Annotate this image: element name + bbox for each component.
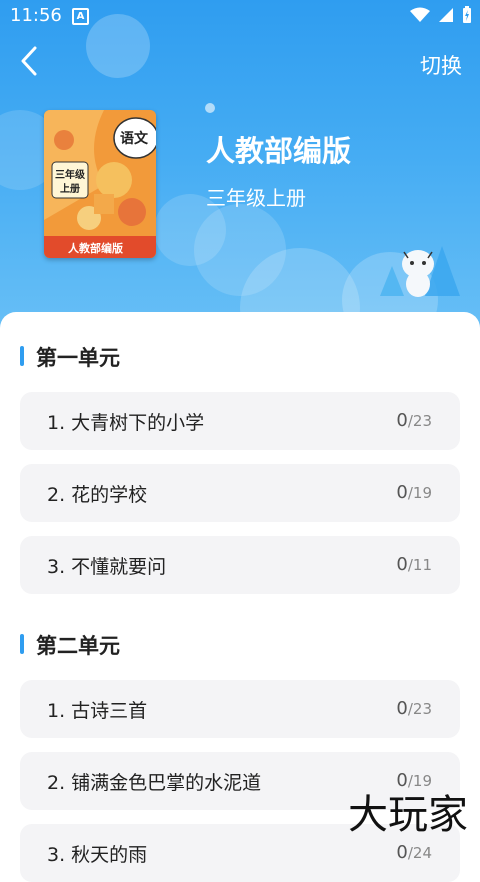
lesson-progress: 0/23 (396, 698, 432, 719)
back-arrow-icon[interactable] (14, 44, 48, 78)
system-icons (410, 6, 472, 24)
lesson-total: /23 (407, 700, 432, 718)
lesson-name: 3. 不懂就要问 (47, 556, 167, 578)
lesson-total: /19 (407, 484, 432, 502)
lesson-name: 2. 花的学校 (47, 484, 148, 506)
lesson-item[interactable]: 3. 不懂就要问 0/11 (20, 536, 460, 594)
lesson-done: 0 (396, 698, 408, 719)
cover-grade-line1: 三年级 (55, 170, 85, 181)
lesson-progress: 0/24 (396, 842, 432, 863)
battery-icon (463, 6, 471, 23)
book-cover[interactable]: 语文 三年级 上册 人教部编版 (44, 110, 156, 258)
lesson-total: /23 (407, 412, 432, 430)
status-time: 11:56 (10, 5, 62, 26)
watermark-logo: 大玩家 (348, 792, 468, 838)
notification-icon: A (72, 8, 89, 25)
lesson-item[interactable]: 2. 花的学校 0/19 (20, 464, 460, 522)
book-title: 人教部编版 (206, 134, 352, 168)
lesson-done: 0 (396, 842, 408, 863)
book-grade: 三年级上册 (206, 186, 306, 210)
lesson-total: /24 (407, 844, 432, 862)
lesson-item[interactable]: 1. 古诗三首 0/23 (20, 680, 460, 738)
lesson-progress: 0/11 (396, 554, 432, 575)
lesson-done: 0 (396, 410, 408, 431)
status-bar: 11:56 A (0, 0, 480, 32)
header-banner: 11:56 A 切换 语文 三年级 上册 人教部编版 人教部编版 三年级上册 (0, 0, 480, 340)
unit-title: 第二单元 (20, 630, 120, 660)
cover-publisher: 人教部编版 (68, 242, 123, 255)
signal-icon (439, 8, 453, 22)
cover-subject: 语文 (120, 131, 148, 147)
lesson-total: /11 (407, 556, 432, 574)
cover-grade-line2: 上册 (60, 184, 80, 195)
unit-title: 第一单元 (20, 342, 120, 372)
lesson-name: 1. 大青树下的小学 (47, 412, 205, 434)
tiger-mascot-icon (402, 250, 434, 297)
lesson-done: 0 (396, 482, 408, 503)
unit-list: 第一单元 1. 大青树下的小学 0/23 2. 花的学校 0/19 3. 不懂就… (0, 312, 480, 882)
lesson-progress: 0/23 (396, 410, 432, 431)
lesson-progress: 0/19 (396, 482, 432, 503)
lesson-name: 1. 古诗三首 (47, 700, 148, 722)
lesson-done: 0 (396, 554, 408, 575)
lesson-item[interactable]: 1. 大青树下的小学 0/23 (20, 392, 460, 450)
wifi-icon (410, 7, 430, 22)
lesson-name: 2. 铺满金色巴掌的水泥道 (47, 772, 262, 794)
switch-button[interactable]: 切换 (420, 50, 462, 80)
